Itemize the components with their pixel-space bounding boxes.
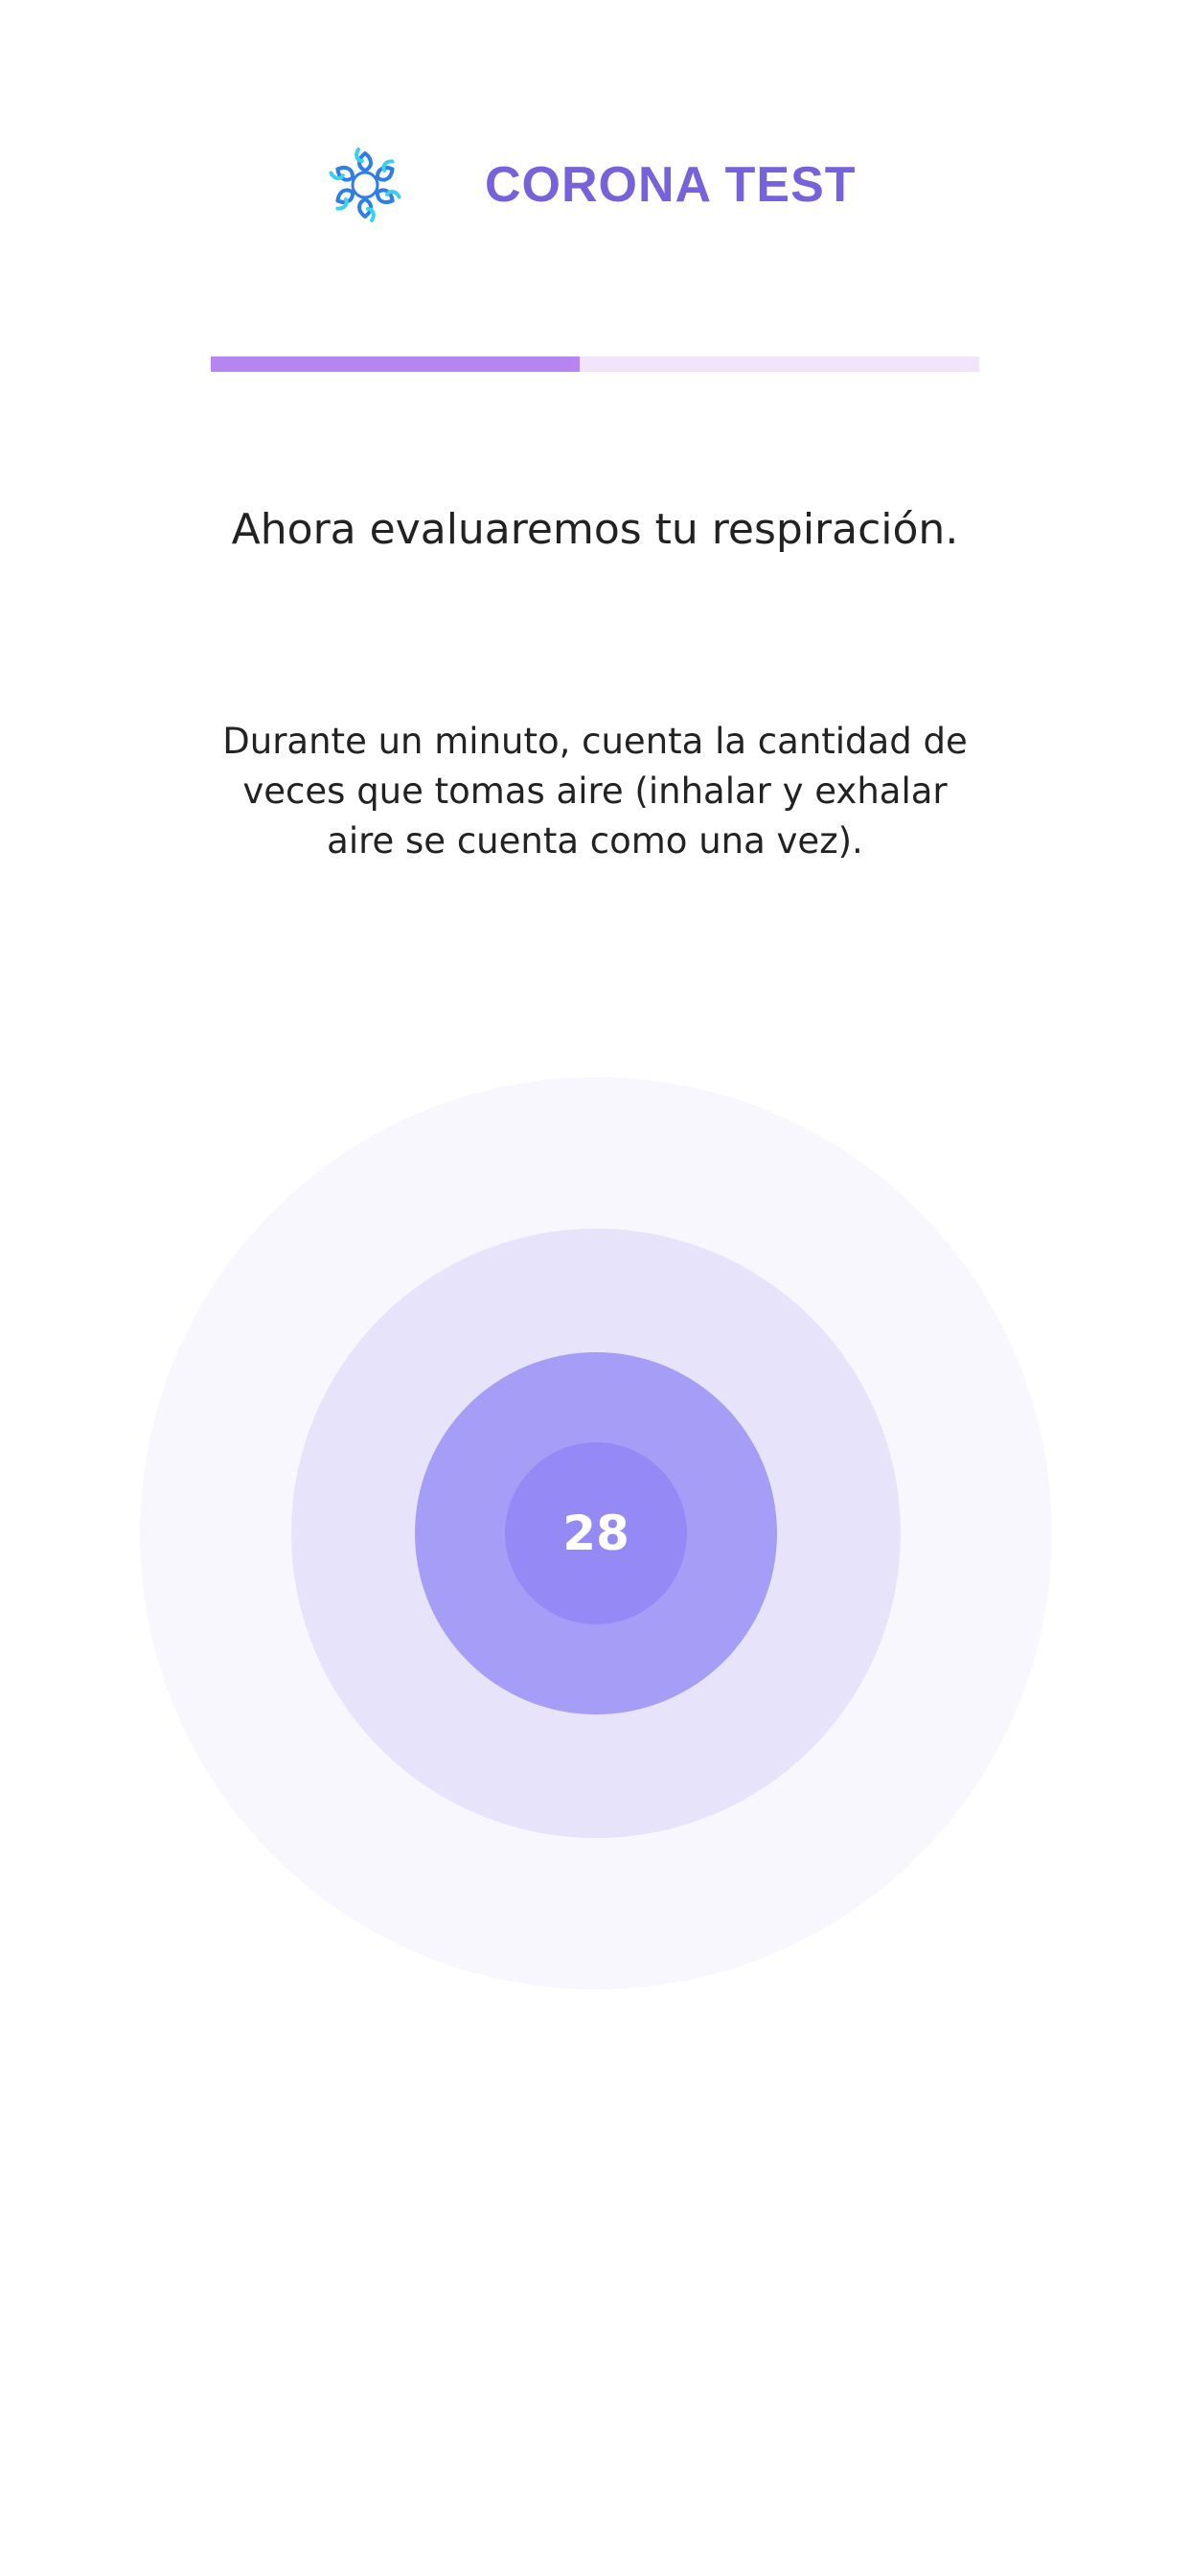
- breath-count-button[interactable]: 28: [505, 1442, 687, 1624]
- progress-bar-fill: [211, 356, 580, 372]
- breath-count-value: 28: [562, 1506, 629, 1561]
- app-title: CORONA TEST: [485, 157, 857, 213]
- page-heading: Ahora evaluaremos tu respiración.: [231, 505, 959, 554]
- progress-bar: [211, 356, 979, 372]
- virus-molecule-icon: [329, 148, 401, 222]
- breath-counter[interactable]: 28: [140, 1077, 1052, 1990]
- app-header: CORONA TEST: [0, 144, 1190, 230]
- instructions-text: Durante un minuto, cuenta la cantidad de…: [222, 721, 968, 862]
